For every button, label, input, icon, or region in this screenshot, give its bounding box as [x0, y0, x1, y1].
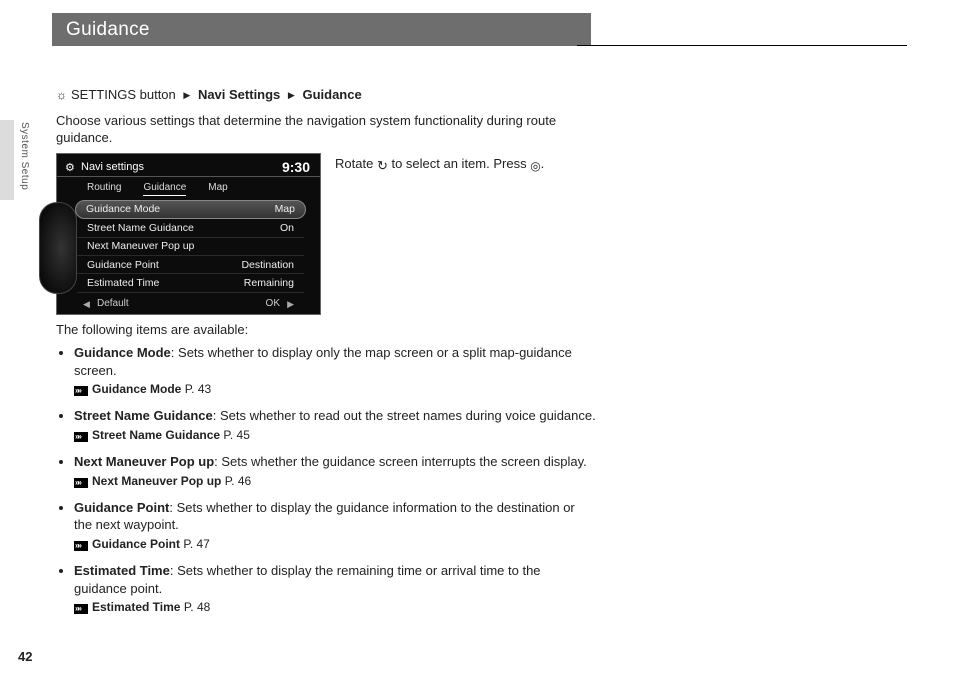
section-header: Guidance — [52, 13, 591, 46]
xref-page: P. 45 — [223, 428, 249, 442]
item-desc: : Sets whether the guidance screen inter… — [214, 454, 587, 469]
breadcrumb-sep-icon — [284, 87, 299, 102]
list-item: Estimated Time: Sets whether to display … — [74, 562, 596, 615]
screenshot-tab: Routing — [87, 181, 121, 197]
instruction-period: . — [541, 156, 545, 171]
breadcrumb-item-1: Navi Settings — [198, 87, 280, 102]
xref-page: P. 48 — [184, 600, 210, 614]
screenshot-menu-value: Remaining — [244, 276, 294, 290]
screenshot-menu-item: Guidance Point Destination — [77, 256, 304, 274]
instruction-rotate: Rotate — [335, 156, 373, 171]
settings-button-icon — [56, 87, 71, 102]
xref-label: Estimated Time — [92, 600, 180, 614]
screenshot-menu-value: On — [280, 221, 294, 235]
breadcrumb-item-2: Guidance — [302, 87, 361, 102]
screenshot-right-arrow-icon — [287, 298, 294, 310]
instruction-select: to select an item. Press — [388, 156, 530, 171]
list-item: Guidance Point: Sets whether to display … — [74, 499, 596, 552]
xref-icon — [74, 432, 88, 442]
xref-icon — [74, 541, 88, 551]
screenshot-menu: Guidance Mode Map Street Name Guidance O… — [77, 200, 304, 293]
cross-reference: Guidance Point P. 47 — [74, 536, 596, 552]
cross-reference: Estimated Time P. 48 — [74, 599, 596, 615]
screenshot-menu-label: Street Name Guidance — [87, 221, 194, 235]
header-divider — [577, 45, 907, 46]
xref-label: Next Maneuver Pop up — [92, 474, 221, 488]
xref-icon — [74, 478, 88, 488]
rotary-dial-icon — [377, 157, 388, 175]
xref-label: Guidance Mode — [92, 382, 181, 396]
cross-reference: Guidance Mode P. 43 — [74, 381, 596, 397]
side-tab-label: System Setup — [17, 122, 31, 202]
breadcrumb-prefix: SETTINGS button — [71, 87, 176, 102]
screenshot-divider — [57, 176, 320, 177]
xref-page: P. 47 — [183, 537, 209, 551]
cross-reference: Next Maneuver Pop up P. 46 — [74, 473, 596, 489]
screenshot-title: Navi settings — [81, 160, 144, 175]
list-item: Next Maneuver Pop up: Sets whether the g… — [74, 453, 596, 489]
screenshot-dial — [39, 202, 77, 294]
screenshot-menu-item: Estimated Time Remaining — [77, 274, 304, 292]
breadcrumb-sep-icon — [179, 87, 194, 102]
item-name: Guidance Mode — [74, 345, 171, 360]
available-intro: The following items are available: — [56, 321, 596, 339]
screenshot-menu-item-selected: Guidance Mode Map — [75, 200, 306, 219]
screenshot-tabs: Routing Guidance Map — [87, 181, 228, 197]
screenshot-menu-item: Street Name Guidance On — [77, 220, 304, 238]
screenshot-clock: 9:30 — [282, 158, 310, 177]
cross-reference: Street Name Guidance P. 45 — [74, 427, 596, 443]
content-area: SETTINGS button Navi Settings Guidance C… — [56, 86, 596, 626]
xref-page: P. 43 — [185, 382, 211, 396]
list-item: Street Name Guidance: Sets whether to re… — [74, 407, 596, 443]
breadcrumb: SETTINGS button Navi Settings Guidance — [56, 86, 596, 104]
screenshot-bottom-bar: Default OK — [97, 297, 280, 311]
screenshot-bottom-left: Default — [97, 297, 129, 311]
item-name: Street Name Guidance — [74, 408, 213, 423]
screenshot-left-arrow-icon — [83, 298, 90, 310]
xref-icon — [74, 386, 88, 396]
navi-screenshot: Navi settings 9:30 Routing Guidance Map … — [56, 153, 321, 315]
screenshot-menu-item: Next Maneuver Pop up — [77, 238, 304, 256]
operation-instructions: Rotate to select an item. Press . — [335, 153, 596, 175]
side-tab-bg — [0, 120, 14, 200]
screenshot-tab: Map — [208, 181, 227, 197]
screenshot-bottom-right: OK — [266, 297, 280, 311]
items-list: Guidance Mode: Sets whether to display o… — [56, 344, 596, 615]
intro-text: Choose various settings that determine t… — [56, 112, 596, 147]
item-name: Next Maneuver Pop up — [74, 454, 214, 469]
item-name: Estimated Time — [74, 563, 170, 578]
page-number: 42 — [18, 648, 32, 666]
screenshot-menu-label: Next Maneuver Pop up — [87, 239, 194, 253]
section-title: Guidance — [66, 17, 150, 43]
xref-icon — [74, 604, 88, 614]
item-desc: : Sets whether to read out the street na… — [213, 408, 596, 423]
item-name: Guidance Point — [74, 500, 169, 515]
push-button-icon — [530, 157, 540, 175]
xref-label: Street Name Guidance — [92, 428, 220, 442]
xref-page: P. 46 — [225, 474, 251, 488]
xref-label: Guidance Point — [92, 537, 180, 551]
screenshot-menu-label: Guidance Point — [87, 258, 159, 272]
screenshot-menu-label: Guidance Mode — [86, 202, 160, 216]
screenshot-menu-value: Destination — [241, 258, 294, 272]
list-item: Guidance Mode: Sets whether to display o… — [74, 344, 596, 397]
screenshot-menu-label: Estimated Time — [87, 276, 159, 290]
screenshot-gear-icon — [65, 161, 76, 172]
screenshot-menu-value: Map — [275, 202, 295, 216]
screenshot-tab-selected: Guidance — [143, 181, 186, 197]
